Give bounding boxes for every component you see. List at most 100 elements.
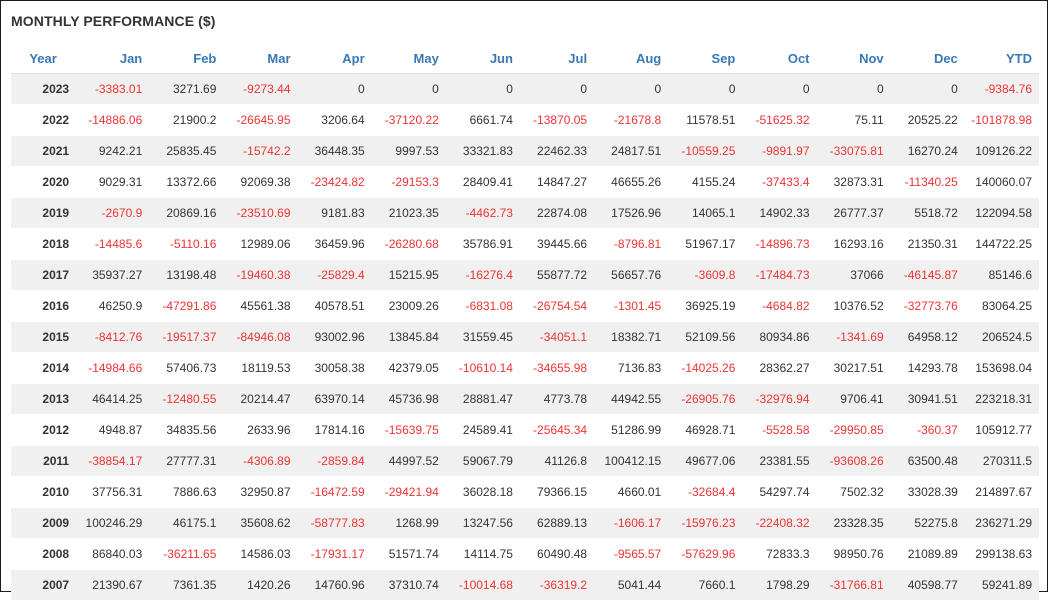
month-cell-jan: 4948.87 (75, 414, 150, 446)
month-cell-mar: -26645.95 (223, 104, 298, 136)
column-header-feb: Feb (149, 43, 224, 74)
month-cell-sep: 46928.71 (668, 414, 743, 446)
month-cell-oct: -17484.73 (742, 259, 817, 291)
column-header-jun: Jun (445, 43, 520, 74)
column-header-oct: Oct (742, 43, 817, 74)
header-row: Year Jan Feb Mar Apr May Jun Jul Aug Sep Oct Nov Dec… (11, 43, 1039, 74)
month-cell-mar: 32950.87 (223, 476, 298, 508)
table-row: 2018 -14485.6 -5110.16 12989.06 36459.96 -262… (11, 228, 1039, 260)
month-cell-nov: 37066 (816, 259, 891, 291)
month-cell-sep: 14065.1 (668, 197, 743, 229)
month-cell-jun: 24589.41 (445, 414, 520, 446)
month-cell-sep: -3609.8 (668, 259, 743, 291)
column-header-aug: Aug (594, 43, 669, 74)
table-row: 2008 86840.03 -36211.65 14586.03 -17931.17 51… (11, 538, 1039, 570)
month-cell-jul: -36319.2 (519, 569, 595, 601)
month-cell-oct: 1798.29 (742, 569, 817, 601)
month-cell-feb: -36211.65 (149, 538, 224, 570)
month-cell-aug: 0 (594, 73, 669, 105)
month-cell-mar: -4306.89 (223, 445, 298, 477)
month-cell-mar: 18119.53 (223, 352, 298, 384)
ytd-cell: 144722.25 (964, 228, 1039, 260)
month-cell-sep: 11578.51 (668, 104, 743, 136)
month-cell-mar: 35608.62 (223, 507, 298, 539)
month-cell-nov: 26777.37 (816, 197, 891, 229)
month-cell-nov: 16293.16 (816, 228, 891, 260)
month-cell-nov: -29950.85 (816, 414, 891, 446)
monthly-performance-table: Year Jan Feb Mar Apr May Jun Jul Aug Sep Oct Nov Dec… (11, 43, 1039, 601)
month-cell-aug: 4660.01 (594, 476, 669, 508)
month-cell-apr: -25829.4 (297, 259, 372, 291)
month-cell-jan: -3383.01 (75, 73, 150, 105)
month-cell-jul: -25645.34 (519, 414, 595, 446)
ytd-cell: 140060.07 (964, 166, 1039, 198)
month-cell-may: 45736.98 (371, 383, 446, 415)
table-row: 2012 4948.87 34835.56 2633.96 17814.16 -15639… (11, 414, 1039, 446)
month-cell-apr: -2859.84 (297, 445, 372, 477)
month-cell-apr: 30058.38 (297, 352, 372, 384)
month-cell-mar: 20214.47 (223, 383, 298, 415)
month-cell-nov: 7502.32 (816, 476, 891, 508)
month-cell-mar: -84946.08 (223, 321, 298, 353)
year-cell: 2015 (11, 321, 76, 353)
month-cell-mar: 1420.26 (223, 569, 298, 601)
month-cell-nov: 10376.52 (816, 290, 891, 322)
month-cell-may: 21023.35 (371, 197, 446, 229)
month-cell-jan: 37756.31 (75, 476, 150, 508)
month-cell-aug: 7136.83 (594, 352, 669, 384)
month-cell-aug: -21678.8 (594, 104, 669, 136)
month-cell-sep: 4155.24 (668, 166, 743, 198)
month-cell-jun: 28409.41 (445, 166, 520, 198)
month-cell-may: -26280.68 (371, 228, 446, 260)
month-cell-sep: 52109.56 (668, 321, 743, 353)
year-cell: 2008 (11, 538, 76, 570)
month-cell-jun: 35786.91 (445, 228, 520, 260)
month-cell-feb: 25835.45 (149, 135, 224, 167)
month-cell-may: -29153.3 (371, 166, 446, 198)
month-cell-jul: 22462.33 (519, 135, 595, 167)
month-cell-feb: 7361.35 (149, 569, 224, 601)
month-cell-jun: 6661.74 (445, 104, 520, 136)
ytd-cell: 109126.22 (964, 135, 1039, 167)
month-cell-jun: 0 (445, 73, 520, 105)
month-cell-dec: -360.37 (890, 414, 965, 446)
table-row: 2014 -14984.66 57406.73 18119.53 30058.38 423… (11, 352, 1039, 384)
ytd-cell: 153698.04 (964, 352, 1039, 384)
month-cell-oct: -32976.94 (742, 383, 817, 415)
month-cell-jul: -34655.98 (519, 352, 595, 384)
month-cell-jan: 21390.67 (75, 569, 150, 601)
month-cell-aug: -8796.81 (594, 228, 669, 260)
month-cell-jan: 9029.31 (75, 166, 150, 198)
year-cell: 2014 (11, 352, 76, 384)
month-cell-apr: 14760.96 (297, 569, 372, 601)
month-cell-dec: 16270.24 (890, 135, 965, 167)
month-cell-aug: 56657.76 (594, 259, 669, 291)
month-cell-sep: -10559.25 (668, 135, 743, 167)
month-cell-jul: 55877.72 (519, 259, 595, 291)
month-cell-apr: 36459.96 (297, 228, 372, 260)
year-cell: 2009 (11, 507, 76, 539)
table-row: 2013 46414.25 -12480.55 20214.47 63970.14 457… (11, 383, 1039, 415)
month-cell-may: 44997.52 (371, 445, 446, 477)
column-header-dec: Dec (890, 43, 965, 74)
table-row: 2021 9242.21 25835.45 -15742.2 36448.35 9997.… (11, 135, 1039, 167)
month-cell-jun: -4462.73 (445, 197, 520, 229)
month-cell-jul: 60490.48 (519, 538, 595, 570)
month-cell-apr: 36448.35 (297, 135, 372, 167)
month-cell-nov: 98950.76 (816, 538, 891, 570)
month-cell-aug: 46655.26 (594, 166, 669, 198)
ytd-cell: 83064.25 (964, 290, 1039, 322)
table-row: 2011 -38854.17 27777.31 -4306.89 -2859.84 449… (11, 445, 1039, 477)
month-cell-oct: 23381.55 (742, 445, 817, 477)
month-cell-nov: -31766.81 (816, 569, 891, 601)
month-cell-sep: -32684.4 (668, 476, 743, 508)
month-cell-oct: 14902.33 (742, 197, 817, 229)
month-cell-apr: 17814.16 (297, 414, 372, 446)
table-row: 2015 -8412.76 -19517.37 -84946.08 93002.96 13… (11, 321, 1039, 353)
month-cell-oct: -37433.4 (742, 166, 817, 198)
month-cell-jul: 0 (519, 73, 595, 105)
month-cell-nov: -93608.26 (816, 445, 891, 477)
ytd-cell: -9384.76 (964, 73, 1039, 105)
month-cell-may: -15639.75 (371, 414, 446, 446)
month-cell-may: 37310.74 (371, 569, 446, 601)
